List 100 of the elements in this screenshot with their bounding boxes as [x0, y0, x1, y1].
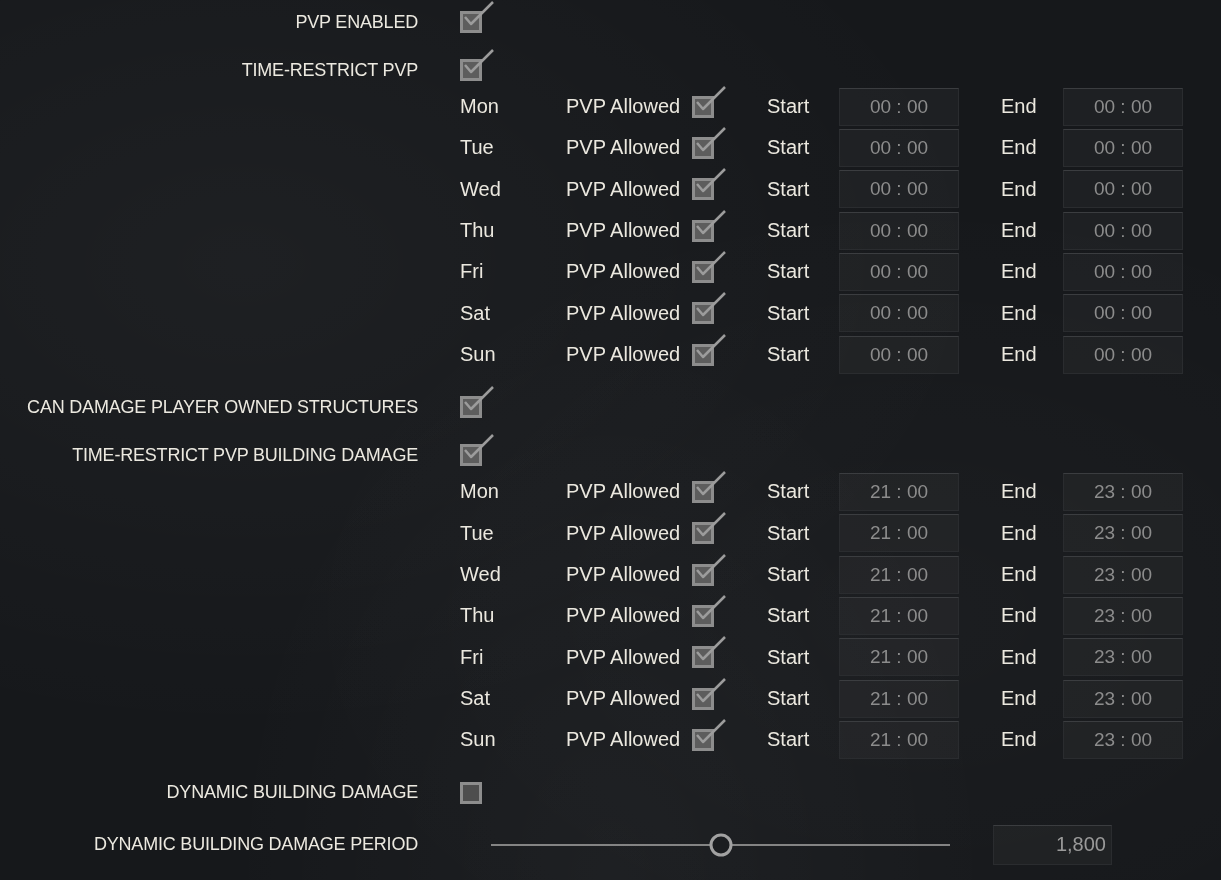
checkbox[interactable]	[692, 127, 726, 159]
day-label: Mon	[460, 480, 499, 504]
start-time-field[interactable]: 00 : 00	[839, 129, 959, 167]
checkbox[interactable]	[692, 470, 726, 503]
allowed-label: PVP Allowed	[566, 728, 681, 752]
allowed-label: PVP Allowed	[566, 219, 681, 243]
checkbox[interactable]	[692, 292, 726, 325]
start-time-field[interactable]: 00 : 00	[839, 335, 959, 374]
end-time-field[interactable]: 23 : 00	[1063, 638, 1183, 677]
setting-label: DYNAMIC BUILDING DAMAGE	[166, 782, 418, 804]
checkbox[interactable]	[692, 333, 726, 366]
allowed-label: PVP Allowed	[566, 301, 681, 325]
allowed-label: PVP Allowed	[566, 260, 681, 284]
end-time-field[interactable]: 00 : 00	[1063, 294, 1183, 333]
end-time-field[interactable]: 23 : 00	[1063, 555, 1183, 594]
start-label: Start	[767, 301, 810, 325]
end-label: End	[1001, 563, 1037, 587]
allowed-label: PVP Allowed	[566, 95, 681, 119]
start-time-field[interactable]: 00 : 00	[839, 211, 959, 250]
end-time-field[interactable]: 00 : 00	[1063, 129, 1183, 167]
end-time-field[interactable]: 23 : 00	[1063, 596, 1183, 635]
end-label: End	[1001, 604, 1037, 628]
setting-label: CAN DAMAGE PLAYER OWNED STRUCTURES	[27, 396, 418, 418]
start-time-field[interactable]: 21 : 00	[839, 514, 959, 553]
end-label: End	[1001, 521, 1037, 545]
start-label: Start	[767, 177, 810, 201]
end-label: End	[1001, 136, 1037, 160]
start-time-field[interactable]: 21 : 00	[839, 638, 959, 677]
checkbox[interactable]	[460, 434, 494, 467]
checkbox[interactable]	[692, 209, 726, 242]
day-label: Sun	[460, 728, 496, 752]
end-time-field[interactable]: 23 : 00	[1063, 514, 1183, 553]
end-time-field[interactable]: 00 : 00	[1063, 170, 1183, 209]
start-time-field[interactable]: 00 : 00	[839, 87, 959, 126]
allowed-label: PVP Allowed	[566, 687, 681, 711]
end-time-field[interactable]: 23 : 00	[1063, 679, 1183, 718]
day-label: Wed	[460, 177, 501, 201]
start-label: Start	[767, 219, 810, 243]
end-time-field[interactable]: 00 : 00	[1063, 211, 1183, 250]
day-label: Tue	[460, 521, 494, 545]
day-label: Sat	[460, 687, 491, 711]
start-time-field[interactable]: 21 : 00	[839, 472, 959, 511]
setting-label: TIME-RESTRICT PVP BUILDING DAMAGE	[72, 444, 418, 466]
day-label: Tue	[460, 136, 494, 160]
start-label: Start	[767, 343, 810, 367]
checkbox[interactable]	[692, 718, 726, 751]
checkbox[interactable]	[692, 512, 726, 545]
checkbox[interactable]	[460, 781, 482, 804]
day-label: Fri	[460, 260, 484, 284]
start-label: Start	[767, 521, 810, 545]
allowed-label: PVP Allowed	[566, 480, 681, 504]
checkbox[interactable]	[692, 594, 726, 627]
slider-thumb[interactable]	[708, 832, 733, 857]
start-label: Start	[767, 563, 810, 587]
allowed-label: PVP Allowed	[566, 563, 681, 587]
checkbox[interactable]	[692, 168, 726, 201]
end-label: End	[1001, 343, 1037, 367]
end-label: End	[1001, 219, 1037, 243]
checkbox[interactable]	[460, 386, 494, 419]
checkbox[interactable]	[692, 85, 726, 118]
start-label: Start	[767, 728, 810, 752]
checkbox[interactable]	[692, 677, 726, 710]
start-time-field[interactable]: 00 : 00	[839, 170, 959, 209]
setting-label: PVP ENABLED	[295, 11, 418, 33]
start-time-field[interactable]: 21 : 00	[839, 555, 959, 594]
end-time-field[interactable]: 23 : 00	[1063, 472, 1183, 511]
end-label: End	[1001, 260, 1037, 284]
start-label: Start	[767, 480, 810, 504]
start-label: Start	[767, 136, 810, 160]
end-label: End	[1001, 301, 1037, 325]
allowed-label: PVP Allowed	[566, 604, 681, 628]
setting-label: TIME-RESTRICT PVP	[241, 59, 418, 81]
day-label: Sat	[460, 301, 491, 325]
end-label: End	[1001, 687, 1037, 711]
end-time-field[interactable]: 00 : 00	[1063, 335, 1183, 374]
start-time-field[interactable]: 21 : 00	[839, 679, 959, 718]
start-label: Start	[767, 645, 810, 669]
day-label: Sun	[460, 343, 496, 367]
checkbox[interactable]	[692, 636, 726, 669]
start-time-field[interactable]: 21 : 00	[839, 596, 959, 635]
end-time-field[interactable]: 00 : 00	[1063, 252, 1183, 291]
end-time-field[interactable]: 00 : 00	[1063, 87, 1183, 126]
start-label: Start	[767, 604, 810, 628]
day-label: Thu	[460, 604, 495, 628]
end-label: End	[1001, 728, 1037, 752]
allowed-label: PVP Allowed	[566, 136, 681, 160]
checkbox[interactable]	[692, 553, 726, 586]
period-value-field[interactable]: 1,800	[993, 824, 1112, 865]
start-label: Start	[767, 260, 810, 284]
end-label: End	[1001, 177, 1037, 201]
start-time-field[interactable]: 21 : 00	[839, 720, 959, 759]
day-label: Wed	[460, 563, 501, 587]
checkbox[interactable]	[692, 250, 726, 283]
day-label: Fri	[460, 645, 484, 669]
checkbox[interactable]	[460, 1, 494, 33]
checkbox[interactable]	[460, 49, 494, 81]
start-label: Start	[767, 95, 810, 119]
start-time-field[interactable]: 00 : 00	[839, 252, 959, 291]
start-time-field[interactable]: 00 : 00	[839, 294, 959, 333]
end-time-field[interactable]: 23 : 00	[1063, 720, 1183, 759]
